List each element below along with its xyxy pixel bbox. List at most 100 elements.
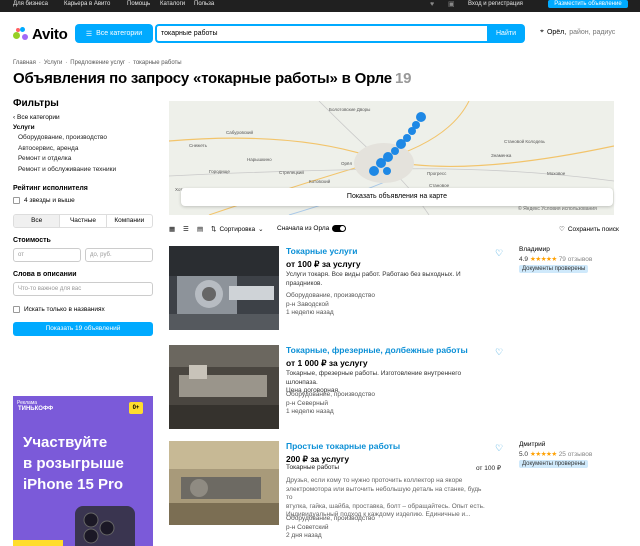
breadcrumb-separator-icon: · xyxy=(38,60,41,66)
favorites-icon[interactable]: ♥ xyxy=(430,1,434,9)
price-range: от до, руб. xyxy=(13,247,153,262)
map-place: Знаменка xyxy=(491,153,512,158)
post-ad-button[interactable]: Разместить объявление xyxy=(548,0,628,8)
listing-price: от 1 000 ₽ за услугу xyxy=(286,358,368,368)
breadcrumb-home[interactable]: Главная xyxy=(13,60,36,66)
map-place: Стрелецкий xyxy=(279,169,304,175)
ad-line: Участвуйте xyxy=(23,434,108,451)
seller-rating: 5.0 ★★★★★ 25 отзывов xyxy=(519,450,593,459)
topbar-link-career[interactable]: Карьера в Авито xyxy=(64,0,110,9)
ad-line: в розыгрыше xyxy=(23,455,124,472)
words-input[interactable]: Что-то важное для вас xyxy=(13,281,153,296)
breadcrumb-query[interactable]: токарные работы xyxy=(133,60,181,66)
filter-category-equipment[interactable]: Оборудование, производство xyxy=(13,134,153,141)
rating-label: Рейтинг исполнителя xyxy=(13,184,88,192)
filter-group-services[interactable]: Услуги xyxy=(13,124,153,131)
map-attribution[interactable]: © Яндекс Условия использования xyxy=(518,206,597,212)
results-count: 19 xyxy=(394,70,412,87)
seller-name[interactable]: Владимир xyxy=(519,246,592,253)
ad-brand: ТИНЬКОФФ xyxy=(18,406,54,412)
listing-date: 2 дня назад xyxy=(286,532,322,539)
listing-district: р-н Советский xyxy=(286,523,329,531)
breadcrumb: Главная · Услуги · Предложение услуг · тока… xyxy=(13,60,182,66)
sort-dropdown[interactable]: ⇅ Сортировка ⌄ xyxy=(211,225,264,234)
cart-icon[interactable]: ▣ xyxy=(448,1,455,9)
ad-stripe xyxy=(13,540,63,546)
rating-value: 4.9 xyxy=(519,255,529,263)
location-selector[interactable]: ⌖ Орёл, район, радиус xyxy=(540,28,615,36)
checkbox-box xyxy=(13,305,20,313)
seller-type-private[interactable]: Частные xyxy=(60,214,107,227)
seller-info[interactable]: Владимир 4.9 ★★★★★ 79 отзывов Документы … xyxy=(519,246,592,273)
seller-info[interactable]: Дмитрий 5.0 ★★★★★ 25 отзывов Документы п… xyxy=(519,441,592,468)
all-categories-button[interactable]: ☰ Все категории xyxy=(75,24,153,43)
avito-logo[interactable]: Avito xyxy=(13,25,68,43)
topbar-link-help[interactable]: Помощь xyxy=(127,0,150,9)
listing-title[interactable]: Токарные, фрезерные, долбежные работы xyxy=(286,345,468,355)
results-toolbar: ▦ ☰ ▤ ⇅ Сортировка ⌄ Сначала из Орла ♡ С… xyxy=(169,224,624,236)
description-line: Услуги токаря. Все виды работ. Работаю б… xyxy=(286,271,461,278)
chevron-down-icon: ⌄ xyxy=(258,226,264,233)
map-place: Моховое xyxy=(547,171,566,176)
filter-category-tech-repair[interactable]: Ремонт и обслуживание техники xyxy=(13,166,153,173)
map-place: Орёл xyxy=(341,161,353,166)
listing-title[interactable]: Простые токарные работы xyxy=(286,441,400,451)
gallery-view-icon[interactable]: ▤ xyxy=(197,225,203,233)
map-place: Нарышкино xyxy=(247,157,272,162)
grid-view-icon[interactable]: ▦ xyxy=(169,225,175,233)
breadcrumb-services[interactable]: Услуги xyxy=(44,60,62,66)
near-first-toggle[interactable]: Сначала из Орла xyxy=(277,225,347,232)
listing-photo[interactable] xyxy=(169,246,279,330)
filter-category-repair[interactable]: Ремонт и отделка xyxy=(13,155,153,162)
topbar-link-catalogs[interactable]: Каталоги xyxy=(160,0,185,9)
listing-card[interactable]: Токарные услуги от 100 ₽ за услугу Услуг… xyxy=(169,246,624,332)
show-results-button[interactable]: Показать 19 объявлений xyxy=(13,321,153,336)
seller-name[interactable]: Дмитрий xyxy=(519,441,592,448)
listing-category: Оборудование, производство xyxy=(286,391,376,398)
service-price: от 100 ₽ xyxy=(475,465,501,472)
small-lathe-photo xyxy=(169,441,279,525)
listing-photo[interactable] xyxy=(169,441,279,525)
save-search-button[interactable]: ♡ Сохранить поиск xyxy=(559,225,619,234)
description-line: Друзья, если кому то нужно проточить кол… xyxy=(286,477,463,484)
login-link[interactable]: Вход и регистрация xyxy=(468,0,523,9)
map-place: Котовский xyxy=(309,178,331,184)
workshop-photo xyxy=(169,345,279,429)
listing-card[interactable]: Простые токарные работы 200 ₽ за услугу … xyxy=(169,441,624,546)
filter-category-autoservice[interactable]: Автосервис, аренда xyxy=(13,145,153,152)
titles-only-checkbox[interactable]: Искать только в названиях xyxy=(13,305,153,313)
topbar-link-benefit[interactable]: Польза xyxy=(194,0,214,9)
topbar-link-business[interactable]: Для бизнеса xyxy=(13,0,48,9)
map-place: Прогресс xyxy=(427,171,447,176)
favorite-heart-icon[interactable]: ♡ xyxy=(495,444,503,453)
favorite-heart-icon[interactable]: ♡ xyxy=(495,348,503,357)
list-view-icon[interactable]: ☰ xyxy=(183,225,189,233)
review-count[interactable]: 79 отзывов xyxy=(559,256,593,263)
rating-value: 5.0 xyxy=(519,450,529,458)
back-to-all-categories[interactable]: ‹ Все категории xyxy=(13,114,153,121)
favorite-heart-icon[interactable]: ♡ xyxy=(495,249,503,258)
price-to-input[interactable]: до, руб. xyxy=(85,247,153,262)
age-badge: 0+ xyxy=(129,402,143,414)
listing-description: Друзья, если кому то нужно проточить кол… xyxy=(286,477,486,520)
breadcrumb-offer[interactable]: Предложение услуг xyxy=(70,60,125,66)
back-label: Все категории xyxy=(16,114,60,121)
star-icons: ★★★★★ xyxy=(530,256,557,263)
seller-type-all[interactable]: Все xyxy=(14,214,61,227)
listing-card[interactable]: Токарные, фрезерные, долбежные работы от… xyxy=(169,345,624,431)
listing-photo[interactable] xyxy=(169,345,279,429)
rating-checkbox[interactable]: 4 звезды и выше xyxy=(13,196,153,204)
listing-title[interactable]: Токарные услуги xyxy=(286,246,358,256)
ad-banner[interactable]: Реклама ТИНЬКОФФ 0+ Участвуйте в розыгры… xyxy=(13,396,153,546)
review-count[interactable]: 25 отзывов xyxy=(559,451,593,458)
find-button[interactable]: Найти xyxy=(487,24,525,43)
map-place: Снежеть xyxy=(189,143,208,148)
toggle-switch xyxy=(332,225,347,232)
map-place: Болотовские Дворы xyxy=(329,107,370,112)
seller-type-segmented: Все Частные Компании xyxy=(13,213,153,228)
price-from-input[interactable]: от xyxy=(13,247,81,262)
search-input[interactable]: токарные работы xyxy=(155,24,487,43)
docs-verified-badge: Документы проверены xyxy=(519,265,589,273)
show-on-map-button[interactable]: Показать объявления на карте xyxy=(181,188,613,206)
seller-type-companies[interactable]: Компании xyxy=(107,215,152,227)
